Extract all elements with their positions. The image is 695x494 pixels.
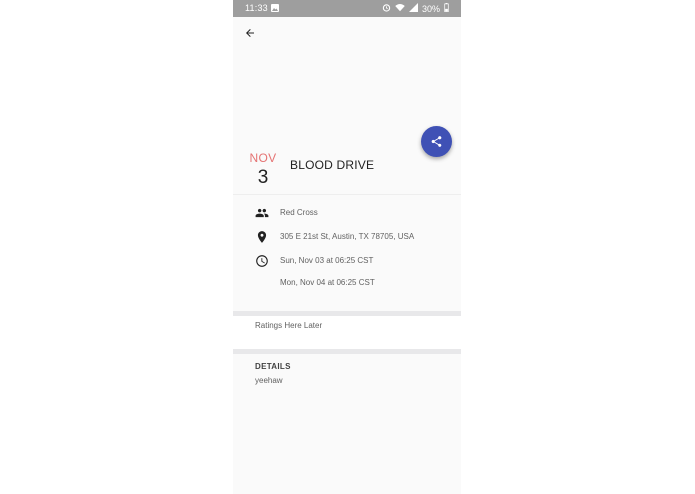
gallery-notification-icon: [271, 4, 279, 12]
details-body: yeehaw: [255, 376, 283, 385]
details-header: DETAILS: [255, 362, 291, 371]
event-end-time: Mon, Nov 04 at 06:25 CST: [280, 278, 375, 287]
event-address: 305 E 21st St, Austin, TX 78705, USA: [280, 232, 415, 241]
status-bar: 11:33 30%: [233, 0, 461, 17]
organizer-row: Red Cross: [233, 206, 461, 222]
share-icon: [431, 136, 442, 147]
section-separator: [233, 349, 461, 354]
battery-percent: 30%: [421, 3, 440, 14]
start-time-row: Sun, Nov 03 at 06:25 CST: [233, 254, 461, 270]
ratings-placeholder: Ratings Here Later: [255, 321, 323, 330]
event-day: 3: [257, 167, 269, 188]
event-date: NOV 3: [247, 151, 279, 189]
end-time-row: Mon, Nov 04 at 06:25 CST: [233, 276, 461, 292]
organizer-name: Red Cross: [280, 208, 318, 217]
ratings-section: Ratings Here Later: [233, 316, 461, 349]
location-row[interactable]: 305 E 21st St, Austin, TX 78705, USA: [233, 230, 461, 246]
event-start-time: Sun, Nov 03 at 06:25 CST: [280, 256, 374, 265]
signal-icon: [408, 3, 418, 14]
event-title: BLOOD DRIVE: [290, 158, 375, 172]
alarm-icon: [382, 3, 391, 14]
battery-icon: [444, 3, 449, 14]
arrow-back-icon: [246, 29, 254, 37]
people-icon: [255, 206, 269, 220]
share-button[interactable]: [421, 126, 452, 157]
location-pin-icon: [255, 230, 269, 244]
wifi-icon: [395, 3, 405, 14]
clock-icon: [255, 254, 269, 268]
header-divider: [233, 194, 461, 195]
status-icons: 30%: [382, 2, 449, 15]
event-month: NOV: [249, 151, 277, 165]
status-time: 11:33: [245, 3, 268, 13]
back-button[interactable]: [241, 24, 259, 42]
app-screen: 11:33 30% NOV 3 BLOOD DRIVE Red Cross 30…: [233, 0, 461, 494]
